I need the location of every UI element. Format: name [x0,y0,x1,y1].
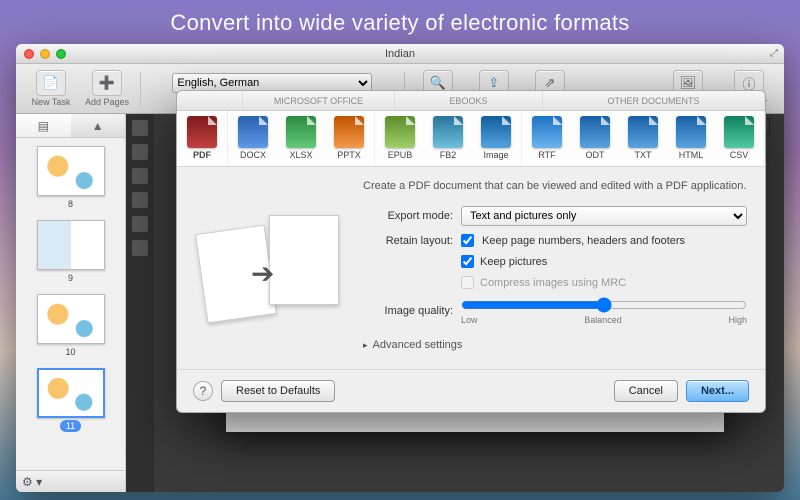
annotation-toolbar [126,114,154,492]
format-group-other: OTHER DOCUMENTS [543,91,765,110]
help-button[interactable]: ? [193,381,213,401]
format-epub[interactable]: EPUB [379,116,421,160]
thumbnail[interactable]: 11 [30,368,112,432]
tool-icon[interactable] [132,240,148,256]
tool-icon[interactable] [132,168,148,184]
format-group-ebooks: EBOOKS [395,91,543,110]
keep-headers-label: Keep page numbers, headers and footers [482,235,685,247]
quality-balanced-label: Balanced [584,315,622,325]
add-pages-icon: ➕ [92,70,122,96]
export-mode-label: Export mode: [363,210,453,222]
html-icon [676,116,706,148]
next-button[interactable]: Next... [686,380,749,402]
compress-mrc-checkbox [461,276,474,289]
txt-icon [628,116,658,148]
fullscreen-icon[interactable]: ⤢ [770,48,778,59]
quality-low-label: Low [461,315,478,325]
window-title: Indian [16,48,784,60]
add-pages-label: Add Pages [85,97,129,107]
format-rtf[interactable]: RTF [526,116,568,160]
docx-icon [238,116,268,148]
thumbnail-number: 8 [62,198,79,210]
export-mode-select[interactable]: Text and pictures only [461,206,747,226]
format-image[interactable]: Image [475,116,517,160]
chevron-right-icon: ▸ [363,340,368,351]
format-pdf[interactable]: PDF [181,116,223,160]
format-odt[interactable]: ODT [574,116,616,160]
image-icon [481,116,511,148]
thumbnail-number: 9 [62,272,79,284]
new-task-button[interactable]: 📄 New Task [24,70,78,107]
new-task-icon: 📄 [36,70,66,96]
format-docx[interactable]: DOCX [232,116,274,160]
arrow-right-icon: ➔ [251,257,274,290]
export-dialog: MICROSOFT OFFICE EBOOKS OTHER DOCUMENTS … [176,90,766,413]
rtf-icon [532,116,562,148]
image-quality-label: Image quality: [363,305,453,317]
thumbnail[interactable]: 9 [30,220,112,284]
sidebar-settings-button[interactable]: ⚙ ▾ [16,470,125,492]
thumbnail-number: 10 [59,346,81,358]
advanced-settings-disclosure[interactable]: ▸ Advanced settings [363,339,747,351]
xlsx-icon [286,116,316,148]
pptx-icon [334,116,364,148]
export-preview: ➔ [195,179,345,339]
thumbnail[interactable]: 10 [30,294,112,358]
format-group-office: MICROSOFT OFFICE [243,91,395,110]
titlebar: Indian ⤢ [16,44,784,64]
tool-icon[interactable] [132,144,148,160]
promo-caption: Convert into wide variety of electronic … [0,10,800,36]
keep-headers-checkbox[interactable] [461,234,474,247]
format-html[interactable]: HTML [670,116,712,160]
tool-icon[interactable] [132,216,148,232]
epub-icon [385,116,415,148]
fb2-icon [433,116,463,148]
reset-defaults-button[interactable]: Reset to Defaults [221,380,335,402]
format-txt[interactable]: TXT [622,116,664,160]
csv-icon [724,116,754,148]
add-pages-button[interactable]: ➕ Add Pages [80,70,134,107]
pdf-icon [187,116,217,148]
odt-icon [580,116,610,148]
new-task-label: New Task [32,97,71,107]
quality-high-label: High [728,315,747,325]
keep-pictures-checkbox[interactable] [461,255,474,268]
format-xlsx[interactable]: XLSX [280,116,322,160]
tool-icon[interactable] [132,120,148,136]
thumbs-tab-pages[interactable]: ▤ [16,114,71,137]
compress-mrc-label: Compress images using MRC [480,277,626,289]
format-fb2[interactable]: FB2 [427,116,469,160]
format-csv[interactable]: CSV [718,116,760,160]
image-quality-slider[interactable] [461,297,747,313]
tool-icon[interactable] [132,192,148,208]
format-pptx[interactable]: PPTX [328,116,370,160]
cancel-button[interactable]: Cancel [614,380,678,402]
keep-pictures-label: Keep pictures [480,256,547,268]
thumbnail[interactable]: 8 [30,146,112,210]
retain-layout-label: Retain layout: [363,235,453,247]
thumbs-tab-warnings[interactable]: ▲ [71,114,126,137]
thumbnails-sidebar: ▤ ▲ 8 9 10 11 ⚙ ▾ [16,114,126,492]
thumbnail-number: 11 [60,420,81,432]
format-description: Create a PDF document that can be viewed… [363,179,747,194]
